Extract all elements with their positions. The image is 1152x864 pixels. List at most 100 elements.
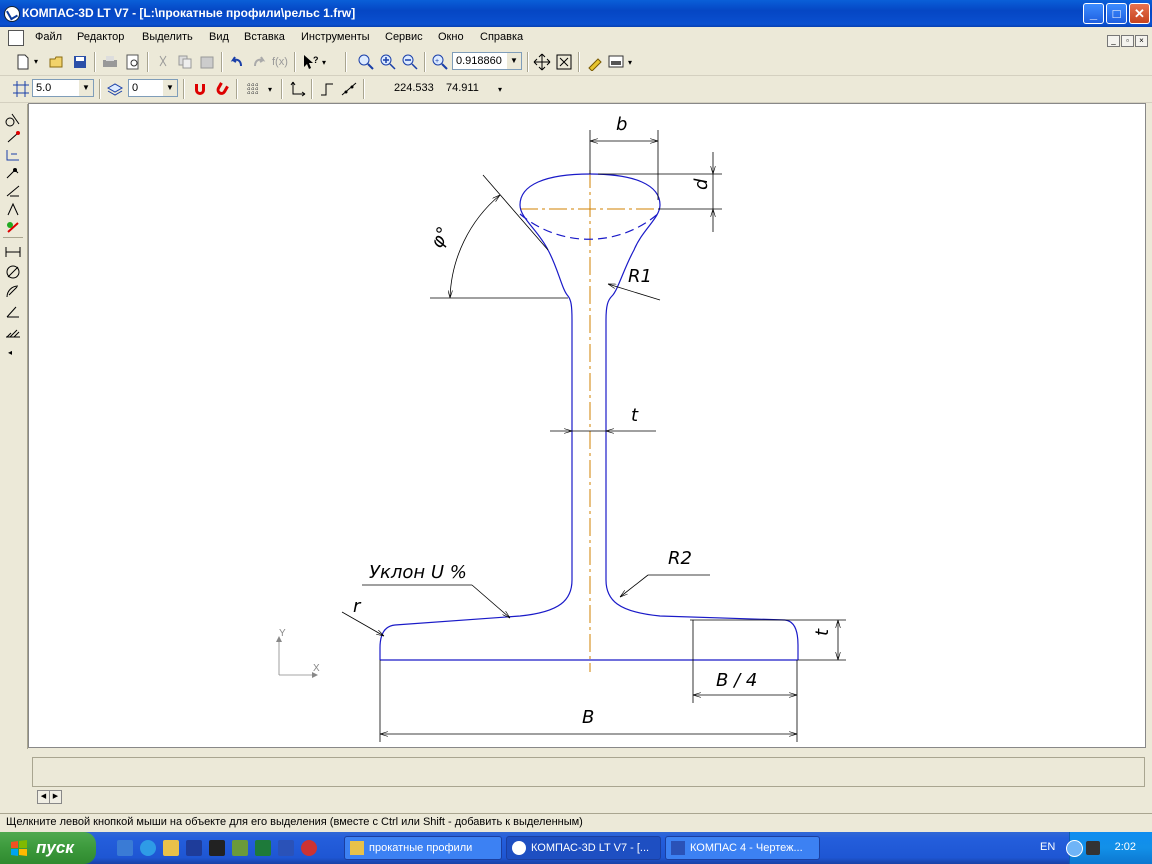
grid-icon[interactable] <box>244 80 262 98</box>
quicklaunch-app1-icon[interactable] <box>186 840 202 856</box>
menu-help[interactable]: Справка <box>480 31 523 43</box>
formula-button[interactable]: f(x) <box>272 56 288 68</box>
local-snap-icon[interactable] <box>213 80 231 98</box>
ortho-icon[interactable] <box>318 80 336 98</box>
diameter-dimension-icon[interactable] <box>5 264 21 279</box>
radius-dimension-icon[interactable] <box>5 284 21 299</box>
task-kompas-4-label: КОМПАС 4 - Чертеж... <box>690 842 803 854</box>
clock[interactable]: 2:02 <box>1115 841 1136 853</box>
zoom-out-icon[interactable] <box>401 53 419 71</box>
zoom-scale-icon[interactable]: + <box>431 53 449 71</box>
dim-r1-label: R1 <box>628 266 652 287</box>
coord-dropdown-icon[interactable]: ▾ <box>498 85 502 94</box>
menu-edit[interactable]: Редактор <box>77 31 124 43</box>
paste-icon[interactable] <box>198 53 216 71</box>
doc-close-button[interactable]: × <box>1135 35 1148 47</box>
display-settings-icon[interactable] <box>607 53 625 71</box>
grid-dropdown-icon[interactable]: ▾ <box>268 85 272 94</box>
menu-bar: Файл Редактор Выделить Вид Вставка Инстр… <box>0 27 1152 50</box>
folder-icon <box>350 841 364 855</box>
coord-x-field[interactable]: 224.533 <box>394 79 442 97</box>
properties-pen-icon[interactable] <box>586 53 604 71</box>
display-dropdown-icon[interactable]: ▾ <box>628 58 632 67</box>
dim-b-label: b <box>616 114 627 135</box>
quicklaunch-folder-icon[interactable] <box>163 840 179 856</box>
axis-x-label: X <box>313 663 320 674</box>
kompas-app-icon[interactable] <box>4 6 20 22</box>
menu-tools[interactable]: Инструменты <box>301 31 370 43</box>
panel-scroll-left-icon[interactable]: ◂ <box>8 348 12 357</box>
drawing-canvas[interactable]: b d φ° R1 t R2 Уклон U % r t B / 4 B Y X <box>28 103 1146 748</box>
minimize-button[interactable]: _ <box>1083 3 1104 24</box>
tray-app-icon[interactable] <box>1086 841 1100 855</box>
document-icon[interactable] <box>8 30 24 46</box>
open-folder-icon[interactable] <box>48 53 66 71</box>
show-all-icon[interactable] <box>555 53 573 71</box>
edit-tool-icon[interactable] <box>5 130 21 145</box>
task-kompas-lt-label: КОМПАС-3D LT V7 - [... <box>531 842 650 854</box>
new-document-icon[interactable] <box>14 53 32 71</box>
layers-icon[interactable] <box>106 80 124 98</box>
save-icon[interactable] <box>71 53 89 71</box>
doc-minimize-button[interactable]: _ <box>1107 35 1120 47</box>
scroll-right-button[interactable]: ▶ <box>49 790 62 804</box>
coord-y-field[interactable]: 74.911 <box>446 79 494 97</box>
quicklaunch-desktop-icon[interactable] <box>117 840 133 856</box>
zoom-value: 0.918860 <box>456 55 502 67</box>
windows-logo-icon <box>11 840 27 856</box>
task-folder[interactable]: прокатные профили <box>344 836 502 860</box>
drawing-svg[interactable]: b d φ° R1 t R2 Уклон U % r t B / 4 B Y X <box>28 103 1146 748</box>
start-button[interactable]: пуск <box>0 832 96 864</box>
close-button[interactable]: ✕ <box>1129 3 1150 24</box>
angle-dimension-icon[interactable] <box>5 304 21 319</box>
step-combo[interactable]: 5.0 ▼ <box>32 79 94 97</box>
window-title: КОМПАС-3D LT V7 - [L:\прокатные профили\… <box>22 6 356 20</box>
menu-insert[interactable]: Вставка <box>244 31 285 43</box>
quicklaunch-word-icon[interactable] <box>278 840 294 856</box>
language-indicator[interactable]: EN <box>1040 841 1055 853</box>
svg-text:+: + <box>435 58 439 65</box>
coordinate-icon[interactable] <box>340 80 358 98</box>
select-tool-icon[interactable] <box>5 202 21 217</box>
quicklaunch-app3-icon[interactable] <box>232 840 248 856</box>
copy-icon[interactable] <box>176 53 194 71</box>
hatch-tool-icon[interactable] <box>5 324 21 339</box>
layer-combo[interactable]: 0 ▼ <box>128 79 178 97</box>
zoom-scale-combo[interactable]: 0.918860 ▼ <box>452 52 522 70</box>
zoom-in-icon[interactable] <box>379 53 397 71</box>
cursor-step-icon[interactable] <box>12 80 30 98</box>
doc-restore-button[interactable]: ▫ <box>1121 35 1134 47</box>
status-bar: Щелкните левой кнопкой мыши на объекте д… <box>0 813 1152 832</box>
linear-dimension-icon[interactable] <box>5 244 21 259</box>
menu-file[interactable]: Файл <box>35 31 62 43</box>
redo-icon[interactable] <box>250 53 268 71</box>
help-dropdown-icon[interactable]: ▾ <box>322 58 326 67</box>
print-icon[interactable] <box>101 53 119 71</box>
menu-service[interactable]: Сервис <box>385 31 423 43</box>
zoom-window-icon[interactable] <box>357 53 375 71</box>
task-kompas-4[interactable]: КОМПАС 4 - Чертеж... <box>665 836 820 860</box>
undo-icon[interactable] <box>228 53 246 71</box>
quicklaunch-app4-icon[interactable] <box>301 840 317 856</box>
quicklaunch-ie-icon[interactable] <box>140 840 156 856</box>
print-preview-icon[interactable] <box>124 53 142 71</box>
task-kompas-lt[interactable]: КОМПАС-3D LT V7 - [... <box>506 836 661 860</box>
menu-view[interactable]: Вид <box>209 31 229 43</box>
new-dropdown-icon[interactable]: ▾ <box>34 57 38 66</box>
tray-expand-icon[interactable] <box>1066 840 1083 857</box>
local-cs-icon[interactable] <box>289 80 307 98</box>
maximize-button[interactable]: □ <box>1106 3 1127 24</box>
quicklaunch-app2-icon[interactable] <box>209 840 225 856</box>
context-help-icon[interactable]: ? <box>301 53 319 71</box>
menu-window[interactable]: Окно <box>438 31 464 43</box>
dimensions-tool-icon[interactable] <box>5 148 21 163</box>
menu-select[interactable]: Выделить <box>142 31 193 43</box>
spec-tool-icon[interactable] <box>5 220 21 235</box>
cut-icon[interactable] <box>154 53 172 71</box>
snap-magnet-icon[interactable] <box>191 80 209 98</box>
quicklaunch-excel-icon[interactable] <box>255 840 271 856</box>
params-tool-icon[interactable] <box>5 166 21 181</box>
geometry-tool-icon[interactable] <box>5 112 21 127</box>
pan-icon[interactable] <box>533 53 551 71</box>
measure-tool-icon[interactable] <box>5 184 21 199</box>
